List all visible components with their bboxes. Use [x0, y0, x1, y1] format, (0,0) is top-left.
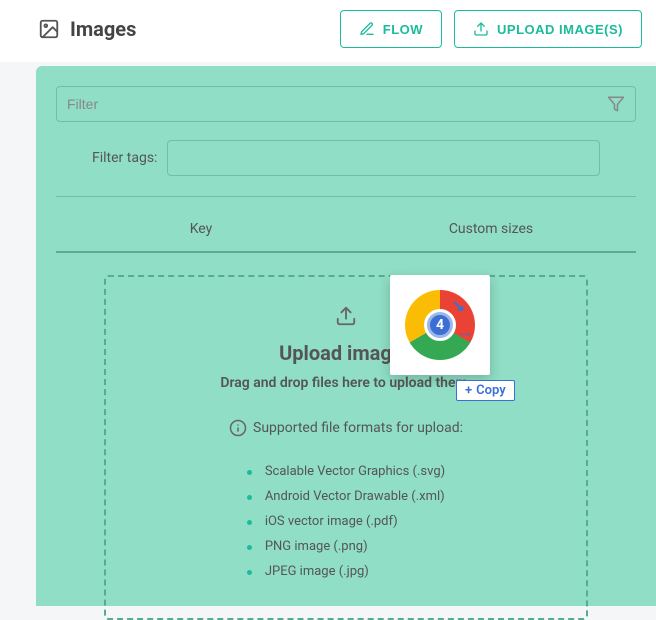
- filter-tags-row: Filter tags:: [56, 140, 636, 196]
- format-item: Android Vector Drawable (.xml): [247, 484, 445, 509]
- arrow-icon: →: [457, 322, 473, 342]
- images-icon: [38, 18, 60, 40]
- format-item: iOS vector image (.pdf): [247, 509, 445, 534]
- info-icon: [229, 419, 247, 437]
- upload-icon: [473, 21, 489, 37]
- column-custom-sizes: Custom sizes: [346, 207, 636, 251]
- format-item: JPEG image (.jpg): [247, 559, 445, 584]
- upload-dropzone[interactable]: Upload images Drag and drop files here t…: [104, 275, 588, 620]
- upload-icon: [335, 305, 357, 327]
- dropzone-formats-label: Supported file formats for upload:: [229, 419, 463, 437]
- format-item: PNG image (.png): [247, 534, 445, 559]
- filter-tags-input[interactable]: [167, 140, 600, 176]
- formats-label-text: Supported file formats for upload:: [253, 420, 463, 436]
- flow-icon: [359, 21, 375, 37]
- arrow-icon: ↘: [452, 296, 465, 315]
- copy-label: Copy: [476, 383, 506, 398]
- filter-tags-label: Filter tags:: [92, 150, 157, 166]
- filter-input[interactable]: [67, 96, 607, 112]
- flow-button[interactable]: FLOW: [340, 10, 442, 48]
- header-actions: FLOW UPLOAD IMAGE(S): [340, 10, 642, 48]
- header-left: Images: [38, 17, 136, 41]
- format-item: Scalable Vector Graphics (.svg): [247, 459, 445, 484]
- dropzone-title: Upload images: [136, 341, 556, 365]
- upload-button[interactable]: UPLOAD IMAGE(S): [454, 10, 642, 48]
- drag-count-badge: 4: [427, 312, 453, 338]
- table-header: Key Custom sizes: [56, 207, 636, 253]
- page-title: Images: [70, 17, 136, 41]
- drag-preview: ↘ → 4: [390, 275, 490, 375]
- filter-icon[interactable]: [607, 95, 625, 113]
- page-header: Images FLOW UPLOAD IMAGE(S): [0, 0, 656, 62]
- flow-button-label: FLOW: [383, 22, 423, 37]
- formats-list: Scalable Vector Graphics (.svg)Android V…: [247, 459, 445, 584]
- plus-icon: +: [465, 383, 472, 398]
- main-panel: Filter tags: Key Custom sizes Upload ima…: [36, 66, 656, 606]
- copy-badge: + Copy: [456, 380, 515, 401]
- filter-box[interactable]: [56, 86, 636, 122]
- upload-button-label: UPLOAD IMAGE(S): [497, 22, 623, 37]
- column-key: Key: [56, 207, 346, 251]
- divider: [56, 196, 636, 197]
